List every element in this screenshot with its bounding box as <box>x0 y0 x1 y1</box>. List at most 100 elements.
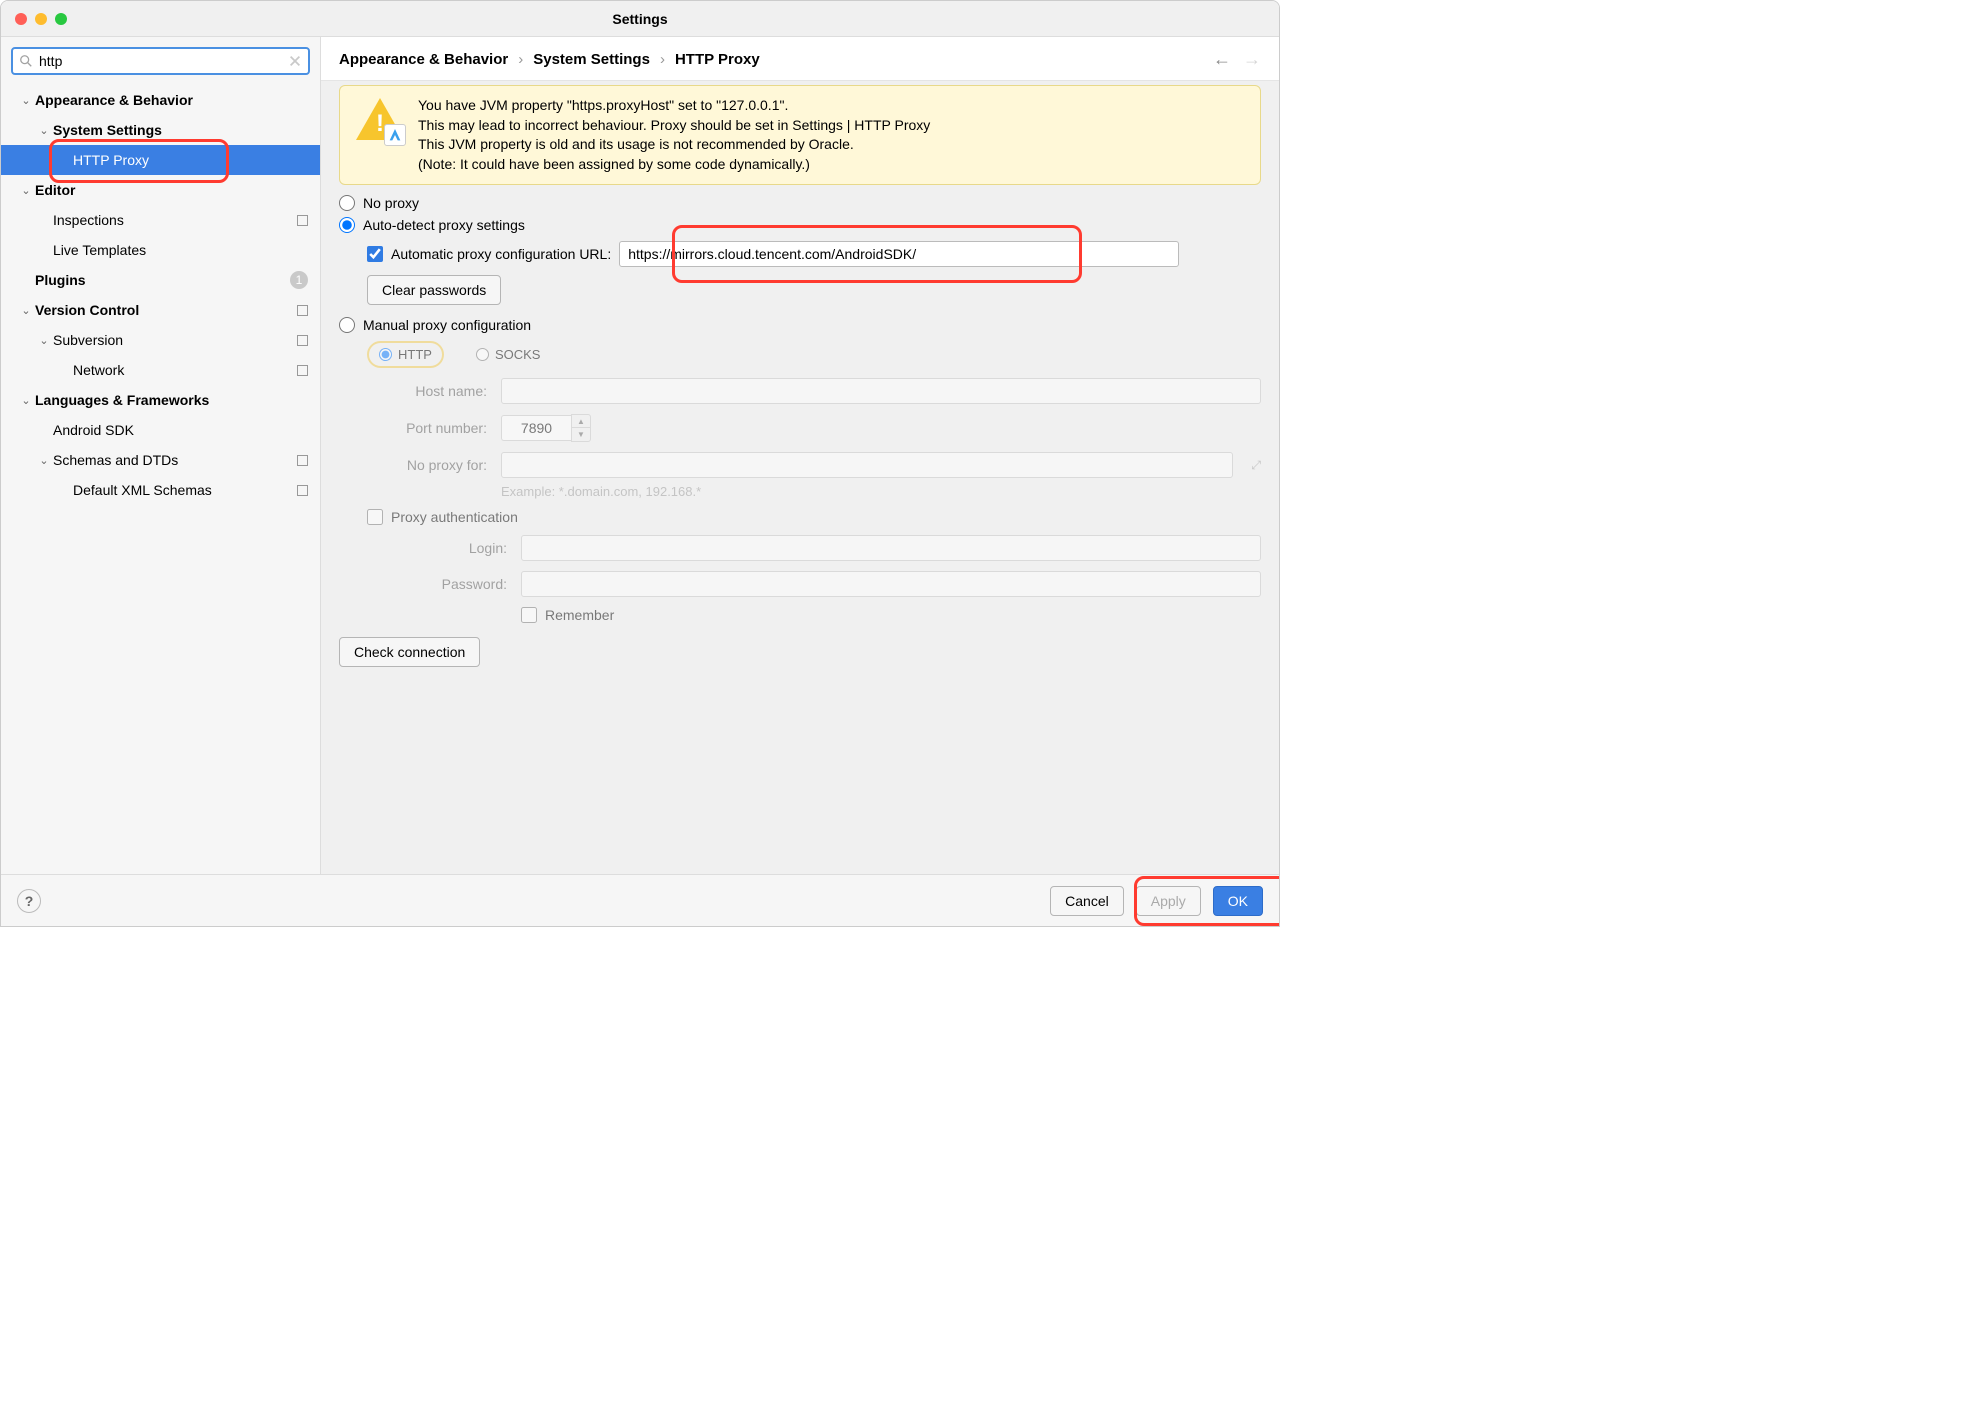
sidebar-item-version-control[interactable]: ⌄Version Control <box>1 295 320 325</box>
pac-url-checkbox[interactable] <box>367 246 383 262</box>
chevron-down-icon: ⌄ <box>19 394 33 407</box>
sidebar-item-label: Live Templates <box>53 242 146 258</box>
android-studio-icon <box>384 124 406 146</box>
stepper-up-icon[interactable]: ▲ <box>572 415 590 428</box>
project-scope-icon <box>297 335 308 346</box>
pac-url-input[interactable] <box>619 241 1179 267</box>
sidebar-item-label: Editor <box>35 182 75 198</box>
chevron-right-icon: › <box>660 51 665 68</box>
window-title: Settings <box>1 11 1279 27</box>
no-proxy-example: Example: *.domain.com, 192.168.* <box>501 484 1261 499</box>
sidebar-item-label: Network <box>73 362 124 378</box>
port-label: Port number: <box>367 420 487 436</box>
sidebar-item-label: Version Control <box>35 302 139 318</box>
search-input[interactable] <box>39 53 288 69</box>
settings-tree[interactable]: ⌄Appearance & Behavior⌄System SettingsHT… <box>1 81 320 874</box>
no-proxy-label: No proxy <box>363 195 419 211</box>
sidebar-item-http-proxy[interactable]: HTTP Proxy <box>1 145 320 175</box>
sidebar-item-label: Plugins <box>35 272 86 288</box>
no-proxy-for-label: No proxy for: <box>367 457 487 473</box>
login-input[interactable] <box>521 535 1261 561</box>
sidebar-item-live-templates[interactable]: Live Templates <box>1 235 320 265</box>
settings-sidebar: ⌄Appearance & Behavior⌄System SettingsHT… <box>1 37 321 874</box>
sidebar-item-label: HTTP Proxy <box>73 152 149 168</box>
sidebar-item-system-settings[interactable]: ⌄System Settings <box>1 115 320 145</box>
sidebar-item-label: Inspections <box>53 212 124 228</box>
manual-proxy-label: Manual proxy configuration <box>363 317 531 333</box>
sidebar-item-network[interactable]: Network <box>1 355 320 385</box>
sidebar-item-label: Default XML Schemas <box>73 482 212 498</box>
manual-proxy-radio[interactable]: Manual proxy configuration <box>339 317 1261 333</box>
chevron-down-icon: ⌄ <box>37 334 51 347</box>
check-connection-button[interactable]: Check connection <box>339 637 480 667</box>
cancel-button[interactable]: Cancel <box>1050 886 1124 916</box>
warning-line: You have JVM property "https.proxyHost" … <box>418 96 930 116</box>
sidebar-item-label: Schemas and DTDs <box>53 452 178 468</box>
project-scope-icon <box>297 485 308 496</box>
project-scope-icon <box>297 455 308 466</box>
clear-passwords-button[interactable]: Clear passwords <box>367 275 501 305</box>
breadcrumb-item: HTTP Proxy <box>675 51 760 68</box>
sidebar-item-android-sdk[interactable]: Android SDK <box>1 415 320 445</box>
chevron-right-icon: › <box>518 51 523 68</box>
clear-search-icon[interactable] <box>288 54 302 68</box>
sidebar-item-subversion[interactable]: ⌄Subversion <box>1 325 320 355</box>
settings-search[interactable] <box>11 47 310 75</box>
sidebar-item-default-xml[interactable]: Default XML Schemas <box>1 475 320 505</box>
sidebar-item-label: Languages & Frameworks <box>35 392 209 408</box>
port-input[interactable] <box>501 415 571 441</box>
titlebar: Settings <box>1 1 1279 37</box>
chevron-down-icon: ⌄ <box>19 184 33 197</box>
stepper-down-icon[interactable]: ▼ <box>572 428 590 441</box>
proxy-auth-checkbox[interactable]: Proxy authentication <box>367 509 1261 525</box>
expand-icon[interactable]: ⤢ <box>1251 458 1261 473</box>
login-label: Login: <box>387 540 507 556</box>
password-label: Password: <box>387 576 507 592</box>
sidebar-item-label: Subversion <box>53 332 123 348</box>
auto-detect-radio[interactable]: Auto-detect proxy settings <box>339 217 1261 233</box>
auto-detect-label: Auto-detect proxy settings <box>363 217 525 233</box>
sidebar-item-schemas[interactable]: ⌄Schemas and DTDs <box>1 445 320 475</box>
warning-line: This may lead to incorrect behaviour. Pr… <box>418 116 930 136</box>
manual-proxy-section: HTTP SOCKS Host name: Port <box>367 341 1261 623</box>
project-scope-icon <box>297 215 308 226</box>
ok-button[interactable]: OK <box>1213 886 1263 916</box>
password-input[interactable] <box>521 571 1261 597</box>
sidebar-item-appearance[interactable]: ⌄Appearance & Behavior <box>1 85 320 115</box>
dialog-footer: ? Cancel Apply OK <box>1 874 1279 926</box>
pac-url-row: Automatic proxy configuration URL: <box>367 241 1261 267</box>
sidebar-item-label: Appearance & Behavior <box>35 92 193 108</box>
sidebar-item-plugins[interactable]: Plugins 1 <box>1 265 320 295</box>
sidebar-item-inspections[interactable]: Inspections <box>1 205 320 235</box>
sidebar-item-langs[interactable]: ⌄Languages & Frameworks <box>1 385 320 415</box>
socks-protocol-radio[interactable]: SOCKS <box>466 343 551 366</box>
jvm-proxy-warning: You have JVM property "https.proxyHost" … <box>339 85 1261 185</box>
breadcrumb-item[interactable]: System Settings <box>533 51 650 68</box>
breadcrumb-item[interactable]: Appearance & Behavior <box>339 51 508 68</box>
project-scope-icon <box>297 305 308 316</box>
chevron-down-icon: ⌄ <box>37 124 51 137</box>
breadcrumb: Appearance & Behavior › System Settings … <box>339 51 1213 68</box>
port-spinner[interactable]: ▲▼ <box>501 414 591 442</box>
search-icon <box>19 54 33 68</box>
warning-icon <box>356 96 404 144</box>
settings-main: Appearance & Behavior › System Settings … <box>321 37 1279 874</box>
nav-forward-button: → <box>1243 49 1261 70</box>
host-input[interactable] <box>501 378 1261 404</box>
sidebar-item-editor[interactable]: ⌄Editor <box>1 175 320 205</box>
no-proxy-radio[interactable]: No proxy <box>339 195 1261 211</box>
nav-back-button[interactable]: ← <box>1213 49 1231 70</box>
settings-window: Settings ⌄Appearance & Behavior⌄System S… <box>0 0 1280 927</box>
remember-checkbox[interactable]: Remember <box>521 607 1261 623</box>
chevron-down-icon: ⌄ <box>19 94 33 107</box>
sidebar-item-label: Android SDK <box>53 422 134 438</box>
no-proxy-for-input[interactable] <box>501 452 1233 478</box>
apply-button[interactable]: Apply <box>1136 886 1201 916</box>
chevron-down-icon: ⌄ <box>37 454 51 467</box>
host-label: Host name: <box>367 383 487 399</box>
chevron-down-icon: ⌄ <box>19 304 33 317</box>
plugins-badge: 1 <box>290 271 308 289</box>
warning-line: This JVM property is old and its usage i… <box>418 135 930 155</box>
help-button[interactable]: ? <box>17 889 41 913</box>
http-protocol-radio[interactable]: HTTP <box>367 341 444 368</box>
